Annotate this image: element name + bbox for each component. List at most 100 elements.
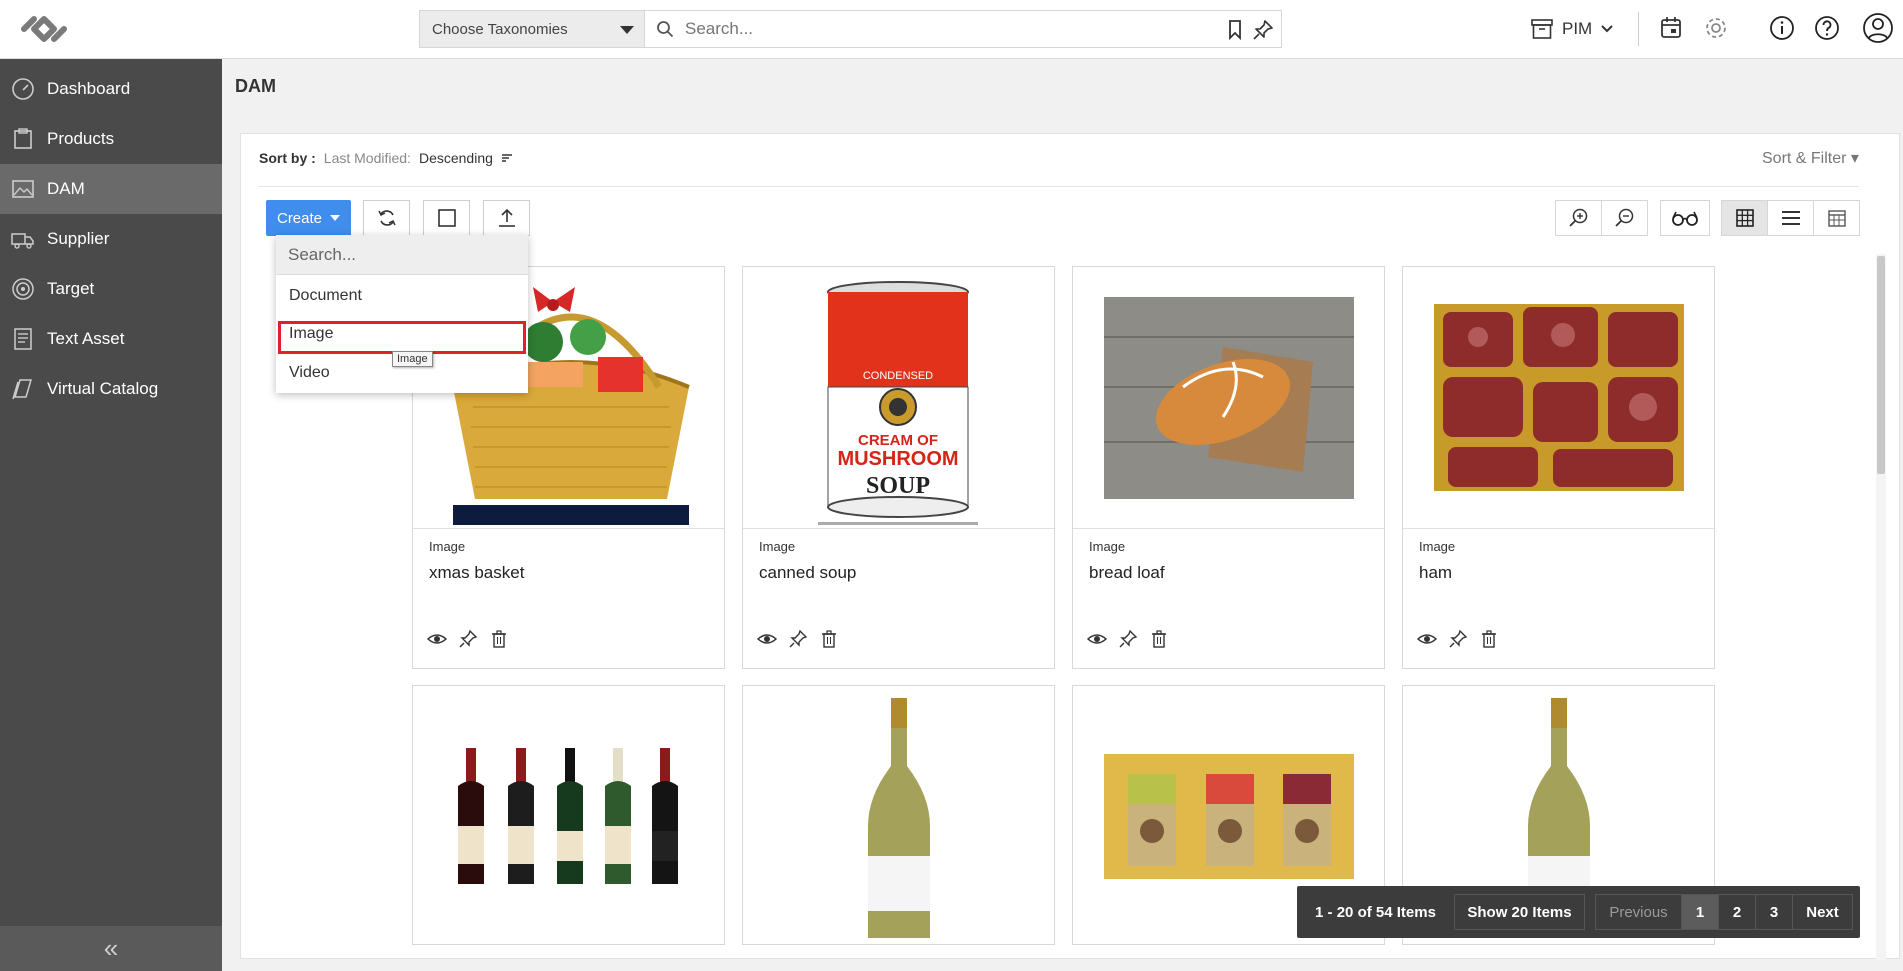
trash-icon[interactable] xyxy=(489,629,509,649)
sort-order[interactable]: Descending xyxy=(419,150,493,166)
menu-item-video[interactable]: Video xyxy=(289,364,330,382)
pin-icon[interactable] xyxy=(788,629,808,649)
asset-card[interactable] xyxy=(412,685,725,945)
module-switcher-label: PIM xyxy=(1562,19,1593,38)
asset-thumbnail[interactable] xyxy=(1073,267,1384,529)
ham-image xyxy=(1434,304,1684,491)
asset-type: Image xyxy=(759,539,796,554)
checkbox-icon xyxy=(437,209,456,227)
create-dropdown-menu: Search... Document Image Video xyxy=(276,235,528,393)
eye-icon[interactable] xyxy=(427,629,447,649)
asset-card[interactable]: CONDENSED CREAM OF MUSHROOM SOUP Image c… xyxy=(742,266,1055,669)
page-size-select[interactable]: Show 20 Items xyxy=(1454,894,1585,930)
trash-icon[interactable] xyxy=(1149,629,1169,649)
asset-thumbnail[interactable] xyxy=(1403,267,1714,529)
scrollbar-thumb[interactable] xyxy=(1877,256,1885,474)
chevron-down-icon xyxy=(330,215,341,221)
soup-label-line-1: CONDENSED xyxy=(863,370,933,382)
sidebar-item-text-asset[interactable]: Text Asset xyxy=(0,314,222,364)
page-1-button[interactable]: 1 xyxy=(1681,894,1719,930)
next-page-button[interactable]: Next xyxy=(1792,894,1853,930)
sort-filter-toggle[interactable]: Sort & Filter ▾ xyxy=(1762,148,1859,168)
asset-card[interactable]: Image ham xyxy=(1402,266,1715,669)
page-title: DAM xyxy=(235,76,276,96)
asset-type: Image xyxy=(1089,539,1126,554)
eye-icon[interactable] xyxy=(1087,629,1107,649)
grid-view-button[interactable] xyxy=(1721,200,1768,236)
create-button-label: Create xyxy=(276,209,323,227)
trash-icon[interactable] xyxy=(819,629,839,649)
sidebar-item-label: Target xyxy=(47,279,95,298)
sort-field[interactable]: Last Modified: xyxy=(324,150,411,166)
text-doc-icon xyxy=(14,328,32,350)
pagination-bar: 1 - 20 of 54 Items Show 20 Items Previou… xyxy=(1297,886,1860,938)
create-menu-search[interactable]: Search... xyxy=(276,235,528,275)
grid-scrollbar[interactable] xyxy=(1876,254,1886,960)
search-icon xyxy=(657,21,674,38)
white-wine-bottle-image xyxy=(868,698,930,938)
upload-button[interactable] xyxy=(483,200,530,236)
asset-thumbnail[interactable] xyxy=(743,686,1054,948)
sidebar-item-label: Virtual Catalog xyxy=(47,379,159,398)
zoom-out-button[interactable] xyxy=(1601,200,1648,236)
product-box-icon xyxy=(14,128,32,149)
user-avatar-icon[interactable] xyxy=(1862,12,1894,44)
preview-button[interactable] xyxy=(1660,200,1710,236)
calendar-view-button[interactable] xyxy=(1813,200,1860,236)
app-logo-icon[interactable] xyxy=(20,9,68,49)
taxonomy-select[interactable]: Choose Taxonomies xyxy=(419,10,644,48)
select-all-button[interactable] xyxy=(423,200,470,236)
archive-box-icon xyxy=(1531,19,1553,39)
divider xyxy=(259,186,1859,187)
page-2-button[interactable]: 2 xyxy=(1718,894,1756,930)
asset-thumbnail[interactable] xyxy=(413,686,724,948)
sidebar-item-label: Text Asset xyxy=(47,329,125,348)
sidebar-item-dashboard[interactable]: Dashboard xyxy=(0,64,222,114)
global-search-input[interactable] xyxy=(683,16,1203,42)
module-switcher[interactable]: PIM xyxy=(1530,12,1614,46)
previous-page-button[interactable]: Previous xyxy=(1595,894,1682,930)
page-3-button[interactable]: 3 xyxy=(1755,894,1793,930)
help-icon[interactable] xyxy=(1813,14,1841,42)
zoom-in-button[interactable] xyxy=(1555,200,1602,236)
pin-icon[interactable] xyxy=(458,629,478,649)
info-icon[interactable] xyxy=(1768,14,1796,42)
bookmark-icon[interactable] xyxy=(1225,19,1245,41)
top-bar: Choose Taxonomies PIM xyxy=(0,0,1903,59)
menu-item-image[interactable]: Image xyxy=(289,325,333,343)
asset-card[interactable]: Image bread loaf xyxy=(1072,266,1385,669)
pin-icon[interactable] xyxy=(1118,629,1138,649)
asset-name: ham xyxy=(1419,563,1453,582)
calendar-icon[interactable] xyxy=(1657,14,1685,42)
asset-card[interactable] xyxy=(742,685,1055,945)
sort-descending-icon[interactable] xyxy=(501,152,513,164)
pin-icon[interactable] xyxy=(1448,629,1468,649)
catalog-icon xyxy=(12,379,33,400)
chevron-down-icon xyxy=(620,26,634,34)
sidebar-collapse-button[interactable]: « xyxy=(0,926,222,971)
refresh-button[interactable] xyxy=(363,200,410,236)
asset-thumbnail[interactable]: CONDENSED CREAM OF MUSHROOM SOUP xyxy=(743,267,1054,529)
chevron-down-icon xyxy=(1601,25,1613,33)
eye-icon[interactable] xyxy=(1417,629,1437,649)
upload-icon xyxy=(498,208,515,227)
sidebar-item-dam[interactable]: DAM xyxy=(0,164,222,214)
sidebar-item-products[interactable]: Products xyxy=(0,114,222,164)
asset-type: Image xyxy=(1419,539,1456,554)
taxonomy-select-label: Choose Taxonomies xyxy=(432,21,568,38)
header-divider xyxy=(1638,12,1639,46)
sidebar-item-supplier[interactable]: Supplier xyxy=(0,214,222,264)
create-button[interactable]: Create xyxy=(266,200,351,236)
zoom-in-icon xyxy=(1568,208,1587,227)
trash-icon[interactable] xyxy=(1479,629,1499,649)
canned-soup-image: CONDENSED CREAM OF MUSHROOM SOUP xyxy=(818,281,978,525)
pin-icon[interactable] xyxy=(1252,19,1274,41)
sidebar-item-target[interactable]: Target xyxy=(0,264,222,314)
double-chevron-left-icon: « xyxy=(103,933,119,963)
sidebar-item-virtual-catalog[interactable]: Virtual Catalog xyxy=(0,364,222,414)
menu-item-document[interactable]: Document xyxy=(289,287,362,305)
eye-icon[interactable] xyxy=(757,629,777,649)
list-view-button[interactable] xyxy=(1767,200,1814,236)
gear-icon[interactable] xyxy=(1702,14,1730,42)
bread-loaf-image xyxy=(1104,297,1354,499)
